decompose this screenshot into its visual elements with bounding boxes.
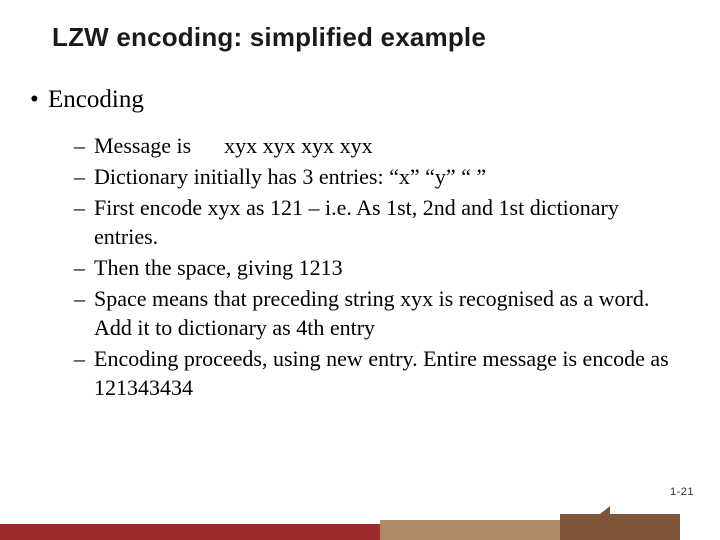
dash-icon: – <box>74 162 94 191</box>
dash-icon: – <box>74 131 94 160</box>
dash-icon: – <box>74 344 94 402</box>
dash-icon: – <box>74 284 94 342</box>
footer-notch-icon <box>600 506 610 514</box>
dash-icon: – <box>74 253 94 282</box>
bullet-level1-text: Encoding <box>48 86 144 113</box>
dash-icon: – <box>74 193 94 251</box>
list-item-text: First encode xyx as 121 – i.e. As 1st, 2… <box>94 193 680 251</box>
list-item: – Dictionary initially has 3 entries: “x… <box>74 162 680 191</box>
slide-content: •Encoding – Message is xyx xyx xyx xyx –… <box>0 53 720 402</box>
page-number: 1-21 <box>670 486 694 498</box>
footer-bar-brown <box>560 514 680 540</box>
list-item: – Encoding proceeds, using new entry. En… <box>74 344 680 402</box>
footer-decoration <box>0 512 720 540</box>
list-item-text: Encoding proceeds, using new entry. Enti… <box>94 344 680 402</box>
list-item: – Message is xyx xyx xyx xyx <box>74 131 680 160</box>
list-item-text: Message is xyx xyx xyx xyx <box>94 131 680 160</box>
bullet-level1: •Encoding <box>30 83 680 117</box>
list-item: – Space means that preceding string xyx … <box>74 284 680 342</box>
list-item-text: Dictionary initially has 3 entries: “x” … <box>94 162 680 191</box>
bullet-dot-icon: • <box>30 83 48 117</box>
footer-bar-red <box>0 524 380 540</box>
list-item-text: Space means that preceding string xyx is… <box>94 284 680 342</box>
slide-title: LZW encoding: simplified example <box>0 0 720 53</box>
slide: LZW encoding: simplified example •Encodi… <box>0 0 720 540</box>
list-item: – First encode xyx as 121 – i.e. As 1st,… <box>74 193 680 251</box>
list-item: – Then the space, giving 1213 <box>74 253 680 282</box>
list-item-text: Then the space, giving 1213 <box>94 253 680 282</box>
subpoint-list: – Message is xyx xyx xyx xyx – Dictionar… <box>30 131 680 402</box>
